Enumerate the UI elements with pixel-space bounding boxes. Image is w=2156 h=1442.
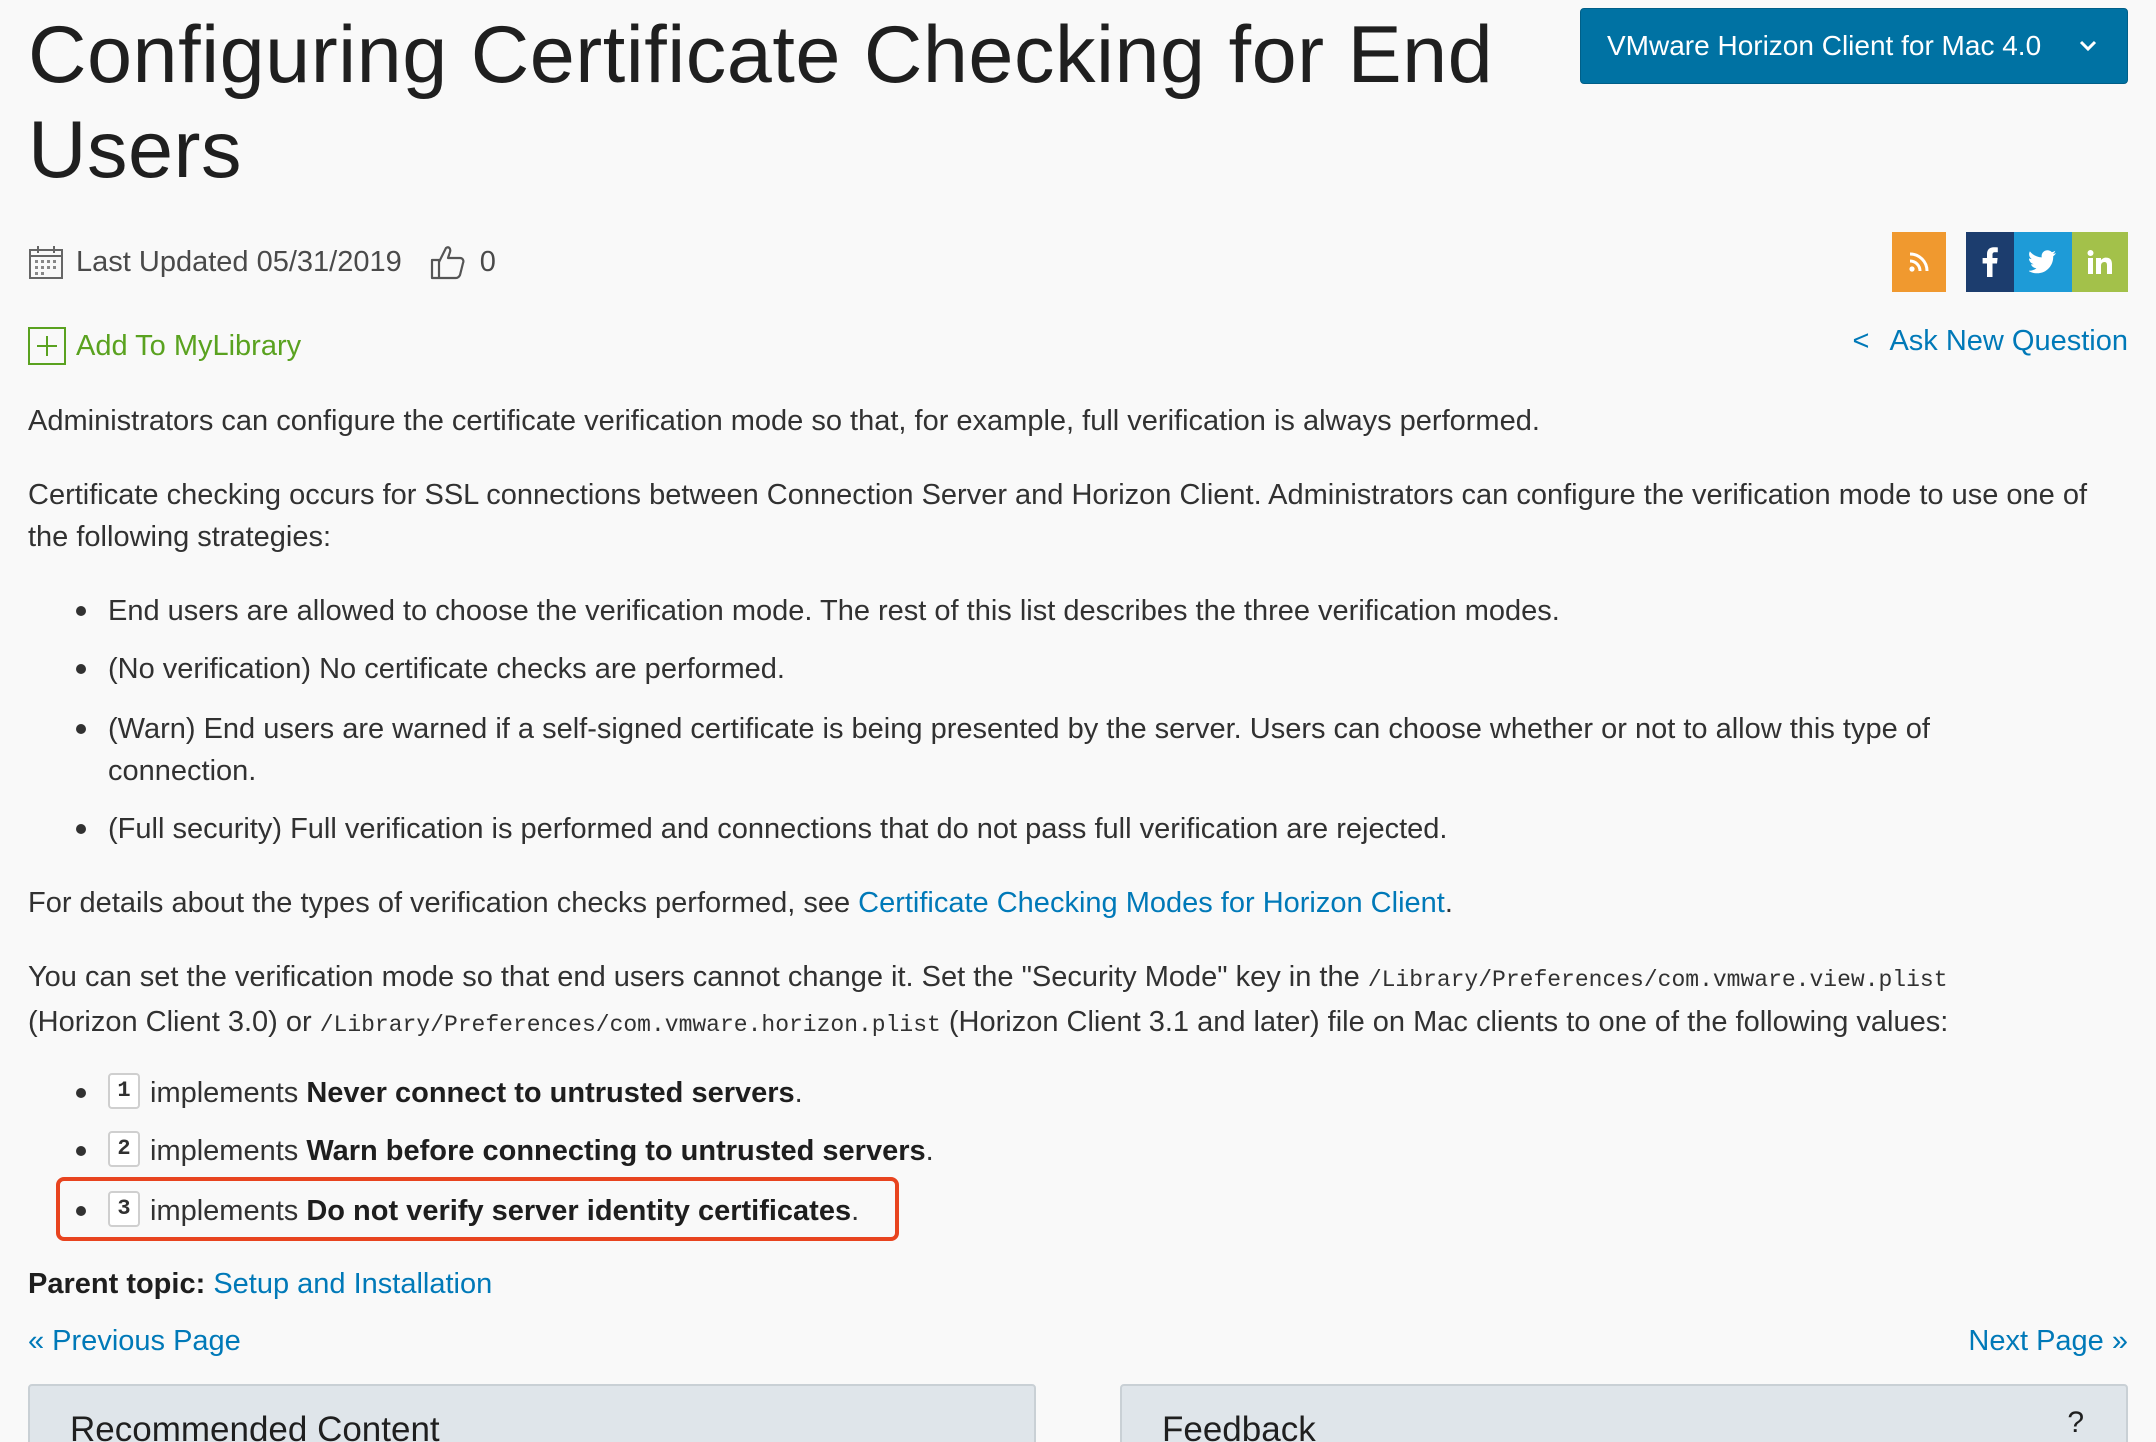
certificate-modes-link[interactable]: Certificate Checking Modes for Horizon C…	[858, 887, 1445, 919]
details-paragraph: For details about the types of verificat…	[28, 882, 2128, 924]
linkedin-button[interactable]	[2072, 232, 2128, 292]
list-item-text: 2 implements Warn before connecting to un…	[108, 1130, 2098, 1172]
meta-row: Last Updated 05/31/2019 0	[28, 240, 496, 284]
rss-button[interactable]	[1892, 232, 1946, 292]
bullet-dot	[76, 724, 86, 734]
value-key: 1	[108, 1073, 140, 1110]
value-pre: implements	[150, 1135, 307, 1167]
bullet-dot	[76, 1088, 86, 1098]
value-post: .	[794, 1077, 803, 1109]
add-to-library-button[interactable]: Add To MyLibrary	[28, 327, 301, 365]
back-arrow-icon: <	[1852, 325, 1870, 357]
value-post: .	[925, 1135, 934, 1167]
security-mode-text: (Horizon Client 3.0) or	[28, 1006, 320, 1038]
page-title: Configuring Certificate Checking for End…	[28, 10, 1494, 195]
parent-topic-label: Parent topic:	[28, 1268, 206, 1300]
facebook-button[interactable]	[1966, 232, 2014, 292]
bullet-dot	[76, 664, 86, 674]
list-item-text: 1 implements Never connect to untrusted s…	[108, 1072, 2098, 1114]
add-to-library-label: Add To MyLibrary	[76, 329, 302, 362]
calendar-icon	[29, 246, 63, 279]
plus-box-icon	[28, 327, 66, 365]
twitter-button[interactable]	[2014, 232, 2072, 292]
chevron-down-icon	[2079, 40, 2097, 52]
version-dropdown-label: VMware Horizon Client for Mac 4.0	[1607, 30, 2042, 61]
value-key: 2	[108, 1131, 140, 1168]
list-item-text: End users are allowed to choose the veri…	[108, 595, 1560, 627]
list-item-text: (No verification) No certificate checks …	[108, 653, 785, 685]
value-label: Never connect to untrusted servers	[306, 1077, 795, 1109]
thumbs-up-icon[interactable]	[428, 242, 468, 282]
security-mode-text: (Horizon Client 3.1 and later) file on M…	[940, 1006, 1949, 1038]
highlight-annotation	[56, 1177, 899, 1241]
details-text: For details about the types of verificat…	[28, 887, 859, 919]
value-pre: implements	[150, 1077, 307, 1109]
plist-path-horizon: /Library/Preferences/com.vmware.horizon.…	[319, 1012, 941, 1038]
value-label: Warn before connecting to untrusted serv…	[306, 1135, 926, 1167]
previous-page-link[interactable]: « Previous Page	[28, 1325, 241, 1358]
last-updated: Last Updated 05/31/2019	[76, 245, 402, 278]
help-icon[interactable]: ?	[2067, 1406, 2084, 1440]
bullet-dot	[76, 606, 86, 616]
intro-paragraph: Administrators can configure the certifi…	[28, 405, 1540, 437]
details-text-end: .	[1444, 887, 1453, 919]
likes-count: 0	[479, 245, 496, 278]
facebook-icon	[1982, 247, 1998, 277]
next-page-link[interactable]: Next Page »	[1968, 1325, 2128, 1358]
linkedin-icon	[2087, 250, 2112, 274]
plist-path-view: /Library/Preferences/com.vmware.view.pli…	[1367, 967, 1948, 993]
parent-topic-link[interactable]: Setup and Installation	[213, 1268, 492, 1300]
rss-icon	[1909, 252, 1929, 272]
ask-new-question-label: Ask New Question	[1889, 325, 2128, 357]
twitter-icon	[2029, 250, 2056, 274]
bullet-dot	[76, 824, 86, 834]
ask-new-question-link[interactable]: < Ask New Question	[1853, 325, 2128, 358]
list-item-text: (Warn) End users are warned if a self-si…	[108, 713, 1930, 787]
parent-topic: Parent topic: Setup and Installation	[28, 1263, 492, 1305]
strategies-paragraph: Certificate checking occurs for SSL conn…	[28, 479, 2088, 553]
feedback-title: Feedback	[1162, 1410, 1316, 1442]
recommended-content-title: Recommended Content	[70, 1410, 440, 1442]
bullet-dot	[76, 1146, 86, 1156]
list-item-text: (Full security) Full verification is per…	[108, 813, 1448, 845]
feedback-card: Feedback ?	[1120, 1384, 2128, 1442]
security-mode-paragraph: You can set the verification mode so tha…	[28, 956, 2128, 1046]
recommended-content-card: Recommended Content	[28, 1384, 1036, 1442]
version-dropdown[interactable]: VMware Horizon Client for Mac 4.0	[1580, 8, 2128, 84]
security-mode-text: You can set the verification mode so tha…	[28, 961, 1368, 993]
